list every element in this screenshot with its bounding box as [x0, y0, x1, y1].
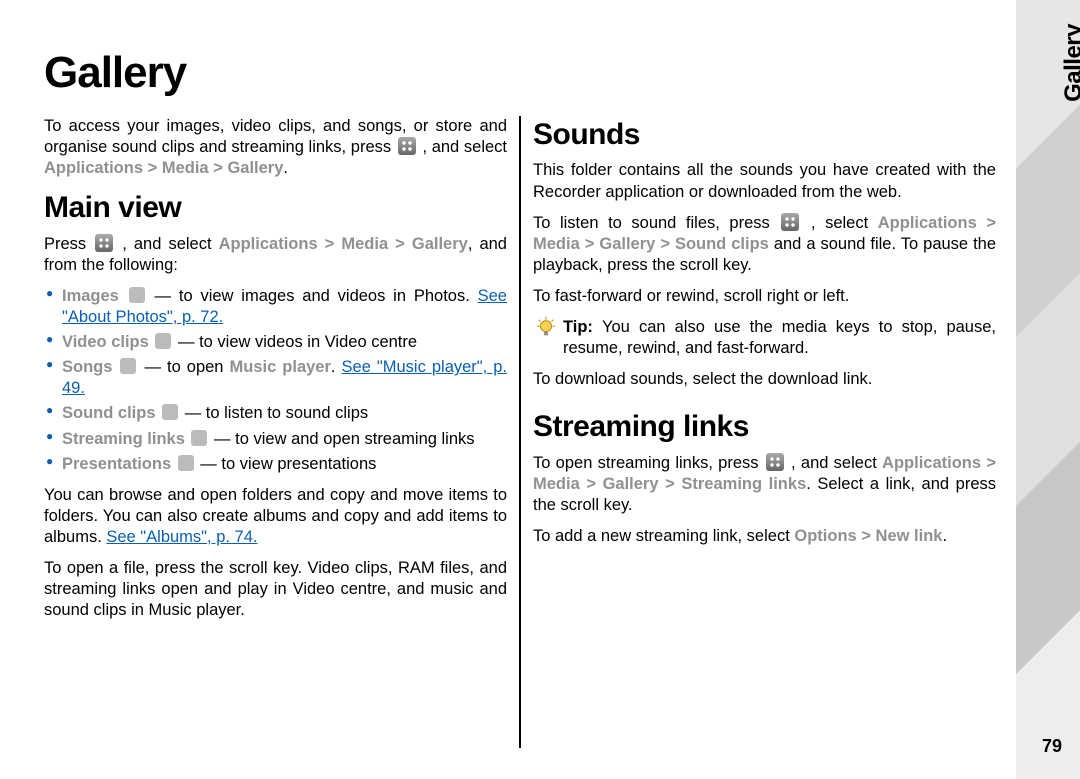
sounds-heading: Sounds — [533, 116, 996, 154]
list-item: Video clips — to view videos in Video ce… — [60, 332, 507, 353]
open-file-paragraph: To open a file, press the scroll key. Vi… — [44, 558, 507, 621]
main-view-heading: Main view — [44, 189, 507, 227]
presentations-icon — [178, 455, 194, 471]
list-item: Sound clips — to listen to sound clips — [60, 403, 507, 424]
list-item: Images — to view images and videos in Ph… — [60, 286, 507, 328]
streaming-add: To add a new streaming link, select Opti… — [533, 526, 996, 547]
streaming-open: To open streaming links, press , and sel… — [533, 453, 996, 516]
sound-clips-icon — [162, 404, 178, 420]
menu-key-icon — [766, 453, 784, 471]
sounds-intro: This folder contains all the sounds you … — [533, 160, 996, 202]
right-column: Sounds This folder contains all the soun… — [533, 116, 996, 748]
page-number: 79 — [1042, 736, 1062, 757]
list-item: Presentations — to view presentations — [60, 454, 507, 475]
menu-key-icon — [398, 137, 416, 155]
left-column: To access your images, video clips, and … — [44, 116, 507, 748]
manual-page: Gallery To access your images, video cli… — [0, 0, 1080, 779]
intro-paragraph: To access your images, video clips, and … — [44, 116, 507, 179]
images-icon — [129, 287, 145, 303]
browse-paragraph: You can browse and open folders and copy… — [44, 485, 507, 548]
two-column-layout: To access your images, video clips, and … — [44, 116, 996, 748]
streaming-heading: Streaming links — [533, 408, 996, 446]
streaming-icon — [191, 430, 207, 446]
songs-icon — [120, 358, 136, 374]
content-area: Gallery To access your images, video cli… — [44, 48, 996, 748]
side-tab-background: Gallery 79 — [1016, 0, 1080, 779]
albums-link[interactable]: See "Albums", p. 74. — [106, 528, 257, 546]
sounds-listen: To listen to sound files, press , select… — [533, 213, 996, 276]
menu-key-icon — [95, 234, 113, 252]
side-tab-label: Gallery — [1060, 24, 1080, 102]
list-item: Songs — to open Music player. See "Music… — [60, 357, 507, 399]
main-view-lead: Press , and select Applications > Media … — [44, 234, 507, 276]
tip-block: Tip: You can also use the media keys to … — [533, 317, 996, 359]
sounds-download: To download sounds, select the download … — [533, 369, 996, 390]
page-title: Gallery — [44, 48, 996, 98]
tip-lightbulb-icon — [535, 317, 557, 339]
sounds-ff: To fast-forward or rewind, scroll right … — [533, 286, 996, 307]
list-item: Streaming links — to view and open strea… — [60, 429, 507, 450]
column-divider — [519, 116, 521, 748]
video-icon — [155, 333, 171, 349]
main-view-list: Images — to view images and videos in Ph… — [44, 286, 507, 475]
menu-key-icon — [781, 213, 799, 231]
